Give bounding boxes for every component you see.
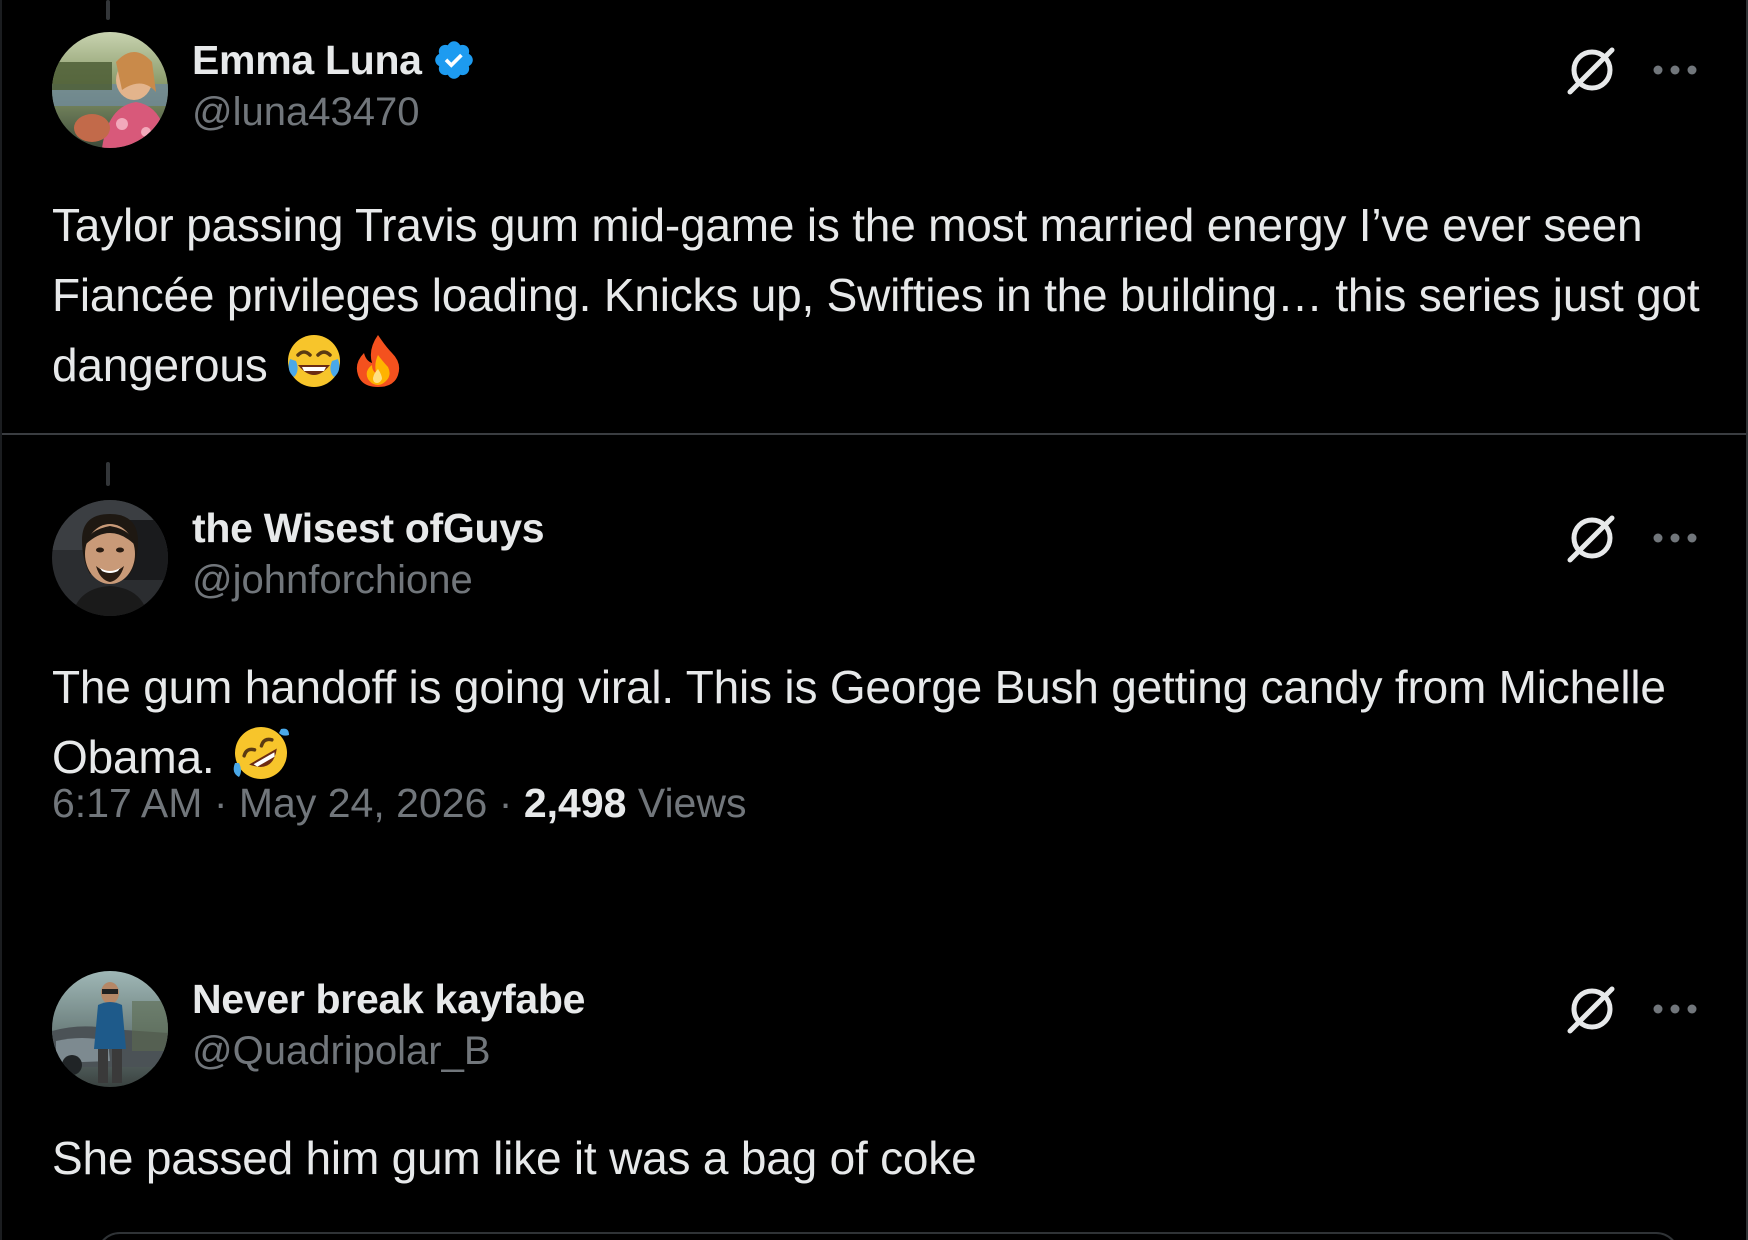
tweet-panel-1: Emma Luna @luna43470 Taylor passing Trav… (0, 0, 1746, 434)
views-label[interactable]: Views (638, 780, 747, 826)
thread-connector-line (106, 462, 110, 486)
grok-icon[interactable] (1564, 42, 1620, 98)
left-border (0, 0, 2, 1240)
tweet-body: She passed him gum like it was a bag of … (52, 1132, 977, 1184)
tweet-body: The gum handoff is going viral. This is … (52, 661, 1666, 783)
author-handle[interactable]: @Quadripolar_B (192, 1029, 585, 1081)
display-name[interactable]: Never break kayfabe (192, 976, 585, 1023)
avatar[interactable] (52, 971, 168, 1087)
reply-card-edge (96, 1232, 1680, 1240)
tweet-actions (1564, 42, 1702, 98)
more-options-icon[interactable] (1648, 989, 1702, 1029)
tweet-text: The gum handoff is going viral. This is … (52, 652, 1702, 792)
meta-separator: · (498, 780, 513, 826)
tweet-actions (1564, 510, 1702, 566)
section-divider (0, 433, 1748, 435)
author-handle[interactable]: @johnforchione (192, 558, 544, 610)
thread-screenshot: Emma Luna @luna43470 Taylor passing Trav… (0, 0, 1748, 1240)
fire-icon (348, 331, 408, 391)
grok-icon[interactable] (1564, 981, 1620, 1037)
grok-icon[interactable] (1564, 510, 1620, 566)
tweet-panel-2: the Wisest ofGuys @johnforchione The gum… (0, 436, 1746, 1240)
tweet-text: Taylor passing Travis gum mid-game is th… (52, 190, 1702, 400)
meta-separator: · (213, 780, 228, 826)
avatar[interactable] (52, 32, 168, 148)
author-name-row[interactable]: Emma Luna (192, 32, 476, 88)
rolling-on-floor-laughing-icon (231, 723, 291, 783)
author-name-row[interactable]: the Wisest ofGuys (192, 500, 545, 556)
tweet-text: She passed him gum like it was a bag of … (52, 1123, 1702, 1193)
tweet-time[interactable]: 6:17 AM (52, 780, 202, 826)
verified-badge-icon[interactable] (432, 38, 476, 82)
more-options-icon[interactable] (1648, 518, 1702, 558)
avatar[interactable] (52, 500, 168, 616)
display-name[interactable]: the Wisest ofGuys (192, 505, 545, 552)
tweet-actions (1564, 981, 1702, 1037)
display-name[interactable]: Emma Luna (192, 37, 422, 84)
views-count[interactable]: 2,498 (524, 780, 627, 826)
author-info: Never break kayfabe @Quadripolar_B (192, 971, 585, 1081)
author-info: Emma Luna @luna43470 (192, 32, 476, 142)
face-with-tears-of-joy-icon (284, 331, 344, 391)
author-info: the Wisest ofGuys @johnforchione (192, 500, 545, 610)
author-name-row[interactable]: Never break kayfabe (192, 971, 585, 1027)
tweet-meta: 6:17 AM · May 24, 2026 · 2,498 Views (52, 780, 746, 827)
more-options-icon[interactable] (1648, 50, 1702, 90)
thread-connector-line (106, 0, 110, 20)
tweet-date[interactable]: May 24, 2026 (239, 780, 487, 826)
author-handle[interactable]: @luna43470 (192, 90, 476, 142)
